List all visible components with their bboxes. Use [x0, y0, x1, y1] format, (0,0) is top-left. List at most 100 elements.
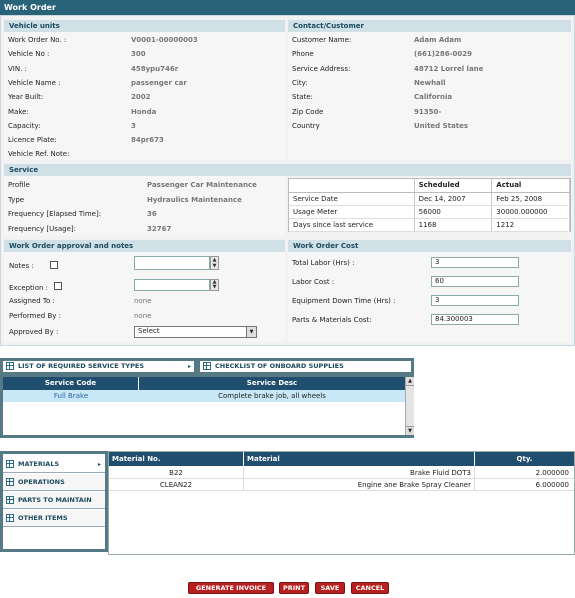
cancel-button[interactable]: CANCEL [351, 582, 389, 594]
vehicle-field-label: VIN. : [8, 64, 27, 73]
tab-required-service-types[interactable]: LIST OF REQUIRED SERVICE TYPES ▸ [0, 358, 197, 375]
vehicle-field-value: passenger car [131, 78, 187, 87]
menu-item-label: OPERATIONS [18, 478, 65, 486]
grid-icon [6, 478, 14, 486]
vehicle-field-label: Vehicle Ref. Note: [8, 150, 70, 159]
menu-item-materials[interactable]: MATERIALS ▸ [3, 456, 105, 473]
approved-by-select[interactable]: Select ▼ [134, 326, 257, 338]
table-row[interactable]: B22 Brake Fluid DOT3 2.000000 [109, 467, 574, 479]
grid-icon [6, 362, 14, 370]
contact-field-value: 48712 Lorrel lane [414, 64, 484, 73]
scroll-up-icon[interactable]: ▲ [406, 377, 414, 386]
cost-input[interactable]: 84.300003 [431, 314, 519, 325]
cost-field-label: Total Labor (Hrs) : [292, 259, 355, 267]
vehicle-field-label: Work Order No. : [8, 36, 67, 44]
schedule-header-cell [289, 179, 415, 193]
vehicle-field-value: V0001-00000003 [131, 36, 198, 44]
material-name-cell: Brake Fluid DOT3 [244, 467, 475, 479]
menu-item-label: PARTS TO MAINTAIN [18, 496, 92, 504]
schedule-cell: 1212 [491, 218, 570, 232]
approval-section-header: Work Order approval and notes [4, 240, 285, 252]
table-row[interactable]: CLEAN22 Engine ane Brake Spray Cleaner 6.0… [109, 479, 574, 491]
notes-scroll[interactable]: ▲ ▼ [210, 256, 219, 270]
schedule-cell: 30000.000000 [491, 205, 570, 219]
print-button[interactable]: PRINT [279, 582, 309, 594]
material-no-cell: CLEAN22 [109, 479, 244, 491]
schedule-cell: Dec 14, 2007 [414, 192, 493, 206]
menu-item-label: MATERIALS [18, 460, 60, 468]
schedule-cell: Usage Meter [289, 205, 415, 219]
notes-textarea[interactable] [134, 256, 210, 270]
cost-input[interactable]: 60 [431, 276, 519, 287]
notes-checkbox[interactable] [50, 261, 58, 269]
service-field-value: Hydraulics Maintenance [147, 195, 242, 204]
qty-cell: 2.000000 [535, 469, 569, 477]
contact-field-label: Zip Code [292, 107, 324, 116]
chevron-right-icon: ▸ [187, 363, 191, 370]
scroll-down-icon[interactable]: ▼ [406, 426, 414, 435]
menu-item-operations[interactable]: OPERATIONS [3, 474, 105, 491]
schedule-cell: Days since last service [289, 218, 415, 232]
contact-field-value: Newhall [414, 78, 446, 87]
materials-menu: MATERIALS ▸ OPERATIONS PARTS TO MAINTAIN OTH… [0, 451, 108, 552]
service-field-label: Frequency [Usage]: [8, 224, 77, 233]
performed-value: none [134, 312, 152, 320]
contact-section: Customer Name: Adam Adam Phone (661)286-002… [288, 32, 571, 160]
vehicle-field-value: 2002 [131, 93, 151, 102]
exception-checkbox[interactable] [54, 282, 62, 290]
vehicle-field-value: Honda [131, 107, 157, 116]
save-button[interactable]: SAVE [315, 582, 345, 594]
material-no-cell: B22 [109, 467, 244, 479]
menu-item-other-items[interactable]: OTHER ITEMS [3, 510, 105, 527]
cost-section: Total Labor (Hrs) : 3 Labor Cost : 60 Equipm… [288, 252, 571, 342]
vehicle-field-label: Make: [8, 107, 29, 116]
service-field-value: 36 [147, 210, 157, 218]
contact-field-label: City: [292, 78, 308, 87]
service-types-grid: Service Code Service Desc Full Brake Com… [0, 374, 414, 438]
column-header-service-desc: Service Desc [139, 377, 405, 390]
vehicle-section-header: Vehicle units [4, 20, 285, 32]
contact-field-label: Customer Name: [292, 36, 352, 44]
schedule-cell: Service Date [289, 192, 415, 206]
approved-label: Approved By : [9, 328, 59, 336]
qty-cell: 6.000000 [535, 481, 569, 489]
cost-input[interactable]: 3 [431, 295, 519, 306]
service-code-cell[interactable]: Full Brake [3, 390, 139, 402]
contact-field-value: California [414, 93, 453, 102]
service-field-value: Passenger Car Maintenance [147, 181, 257, 189]
vehicle-field-label: Vehicle No : [8, 50, 50, 59]
chevron-right-icon: ▸ [97, 461, 101, 468]
contact-field-value: 91350- [414, 107, 442, 116]
schedule-cell: Feb 25, 2008 [491, 192, 570, 206]
tab-label: CHECKLIST OF ONBOARD SUPPLIES [215, 362, 344, 370]
exception-textarea[interactable] [134, 279, 210, 291]
performed-label: Performed By : [9, 312, 61, 320]
vehicle-field-label: Capacity: [8, 121, 41, 130]
tab-checklist-onboard[interactable]: CHECKLIST OF ONBOARD SUPPLIES [197, 358, 414, 375]
vertical-scrollbar[interactable]: ▲ ▼ [405, 377, 414, 435]
vehicle-field-value: 458ypu746r [131, 64, 179, 73]
cost-field-label: Parts & Materials Cost: [292, 316, 372, 324]
menu-item-parts-to-maintain[interactable]: PARTS TO MAINTAIN [3, 492, 105, 509]
contact-field-label: Country [292, 121, 320, 130]
service-details: Profile Passenger Car Maintenance Type Hydr… [4, 176, 285, 236]
service-section-header: Service [4, 164, 571, 176]
column-header-material: Material [244, 452, 475, 466]
schedule-header-cell: Actual [491, 179, 570, 193]
exception-scroll[interactable]: ▲ ▼ [210, 279, 219, 291]
contact-field-value: Adam Adam [414, 36, 462, 44]
notes-label: Notes : [9, 262, 34, 270]
service-schedule-table: Scheduled Actual Service Date Dec 14, 2007 F… [288, 178, 571, 232]
contact-field-value: United States [414, 121, 468, 130]
schedule-cell: 1168 [414, 218, 493, 232]
generate-invoice-button[interactable]: GENERATE INVOICE [188, 582, 274, 594]
cost-input[interactable]: 3 [431, 257, 519, 268]
cost-section-header: Work Order Cost [288, 240, 571, 252]
schedule-header-cell: Scheduled [414, 179, 493, 193]
column-header-qty: Qty. [475, 452, 574, 466]
assigned-label: Assigned To : [9, 297, 55, 305]
approved-by-selected: Select [138, 327, 160, 335]
table-row[interactable]: Full Brake Complete brake job, all wheel… [3, 390, 405, 402]
column-header-material-no: Material No. [109, 452, 244, 466]
chevron-down-icon[interactable]: ▼ [246, 327, 256, 337]
